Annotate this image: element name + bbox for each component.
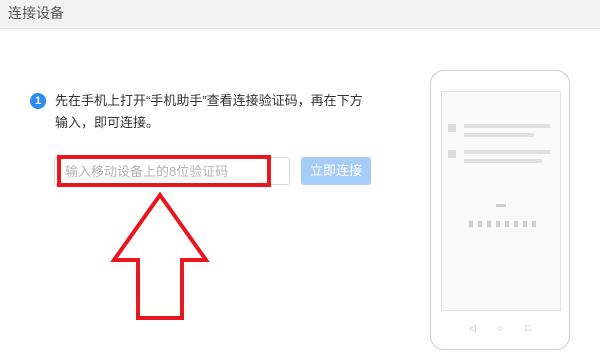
phone-code-dots <box>469 221 539 227</box>
phone-list-icon <box>448 124 456 132</box>
title-bar: 连接设备 <box>0 0 600 29</box>
phone-back-icon: ◁ <box>469 323 476 333</box>
phone-list-icon <box>448 150 456 158</box>
phone-list-line <box>464 159 542 163</box>
step-number-badge: 1 <box>30 93 46 109</box>
up-arrow-annotation <box>110 192 210 320</box>
window-title: 连接设备 <box>8 5 64 21</box>
phone-list-line <box>464 150 550 154</box>
instruction-text: 先在手机上打开“手机助手”查看连接验证码，再在下方输入，即可连接。 <box>55 93 363 130</box>
phone-illustration: ◁ ○ □ <box>430 70 570 350</box>
phone-list-line <box>464 133 534 137</box>
phone-home-icon: ○ <box>497 323 503 333</box>
connect-now-button[interactable]: 立即连接 <box>301 157 371 185</box>
phone-list-line <box>464 124 550 128</box>
verification-code-input[interactable] <box>54 157 290 185</box>
phone-screen <box>441 91 561 311</box>
phone-code-dash <box>496 204 506 207</box>
phone-recent-icon: □ <box>525 323 531 333</box>
